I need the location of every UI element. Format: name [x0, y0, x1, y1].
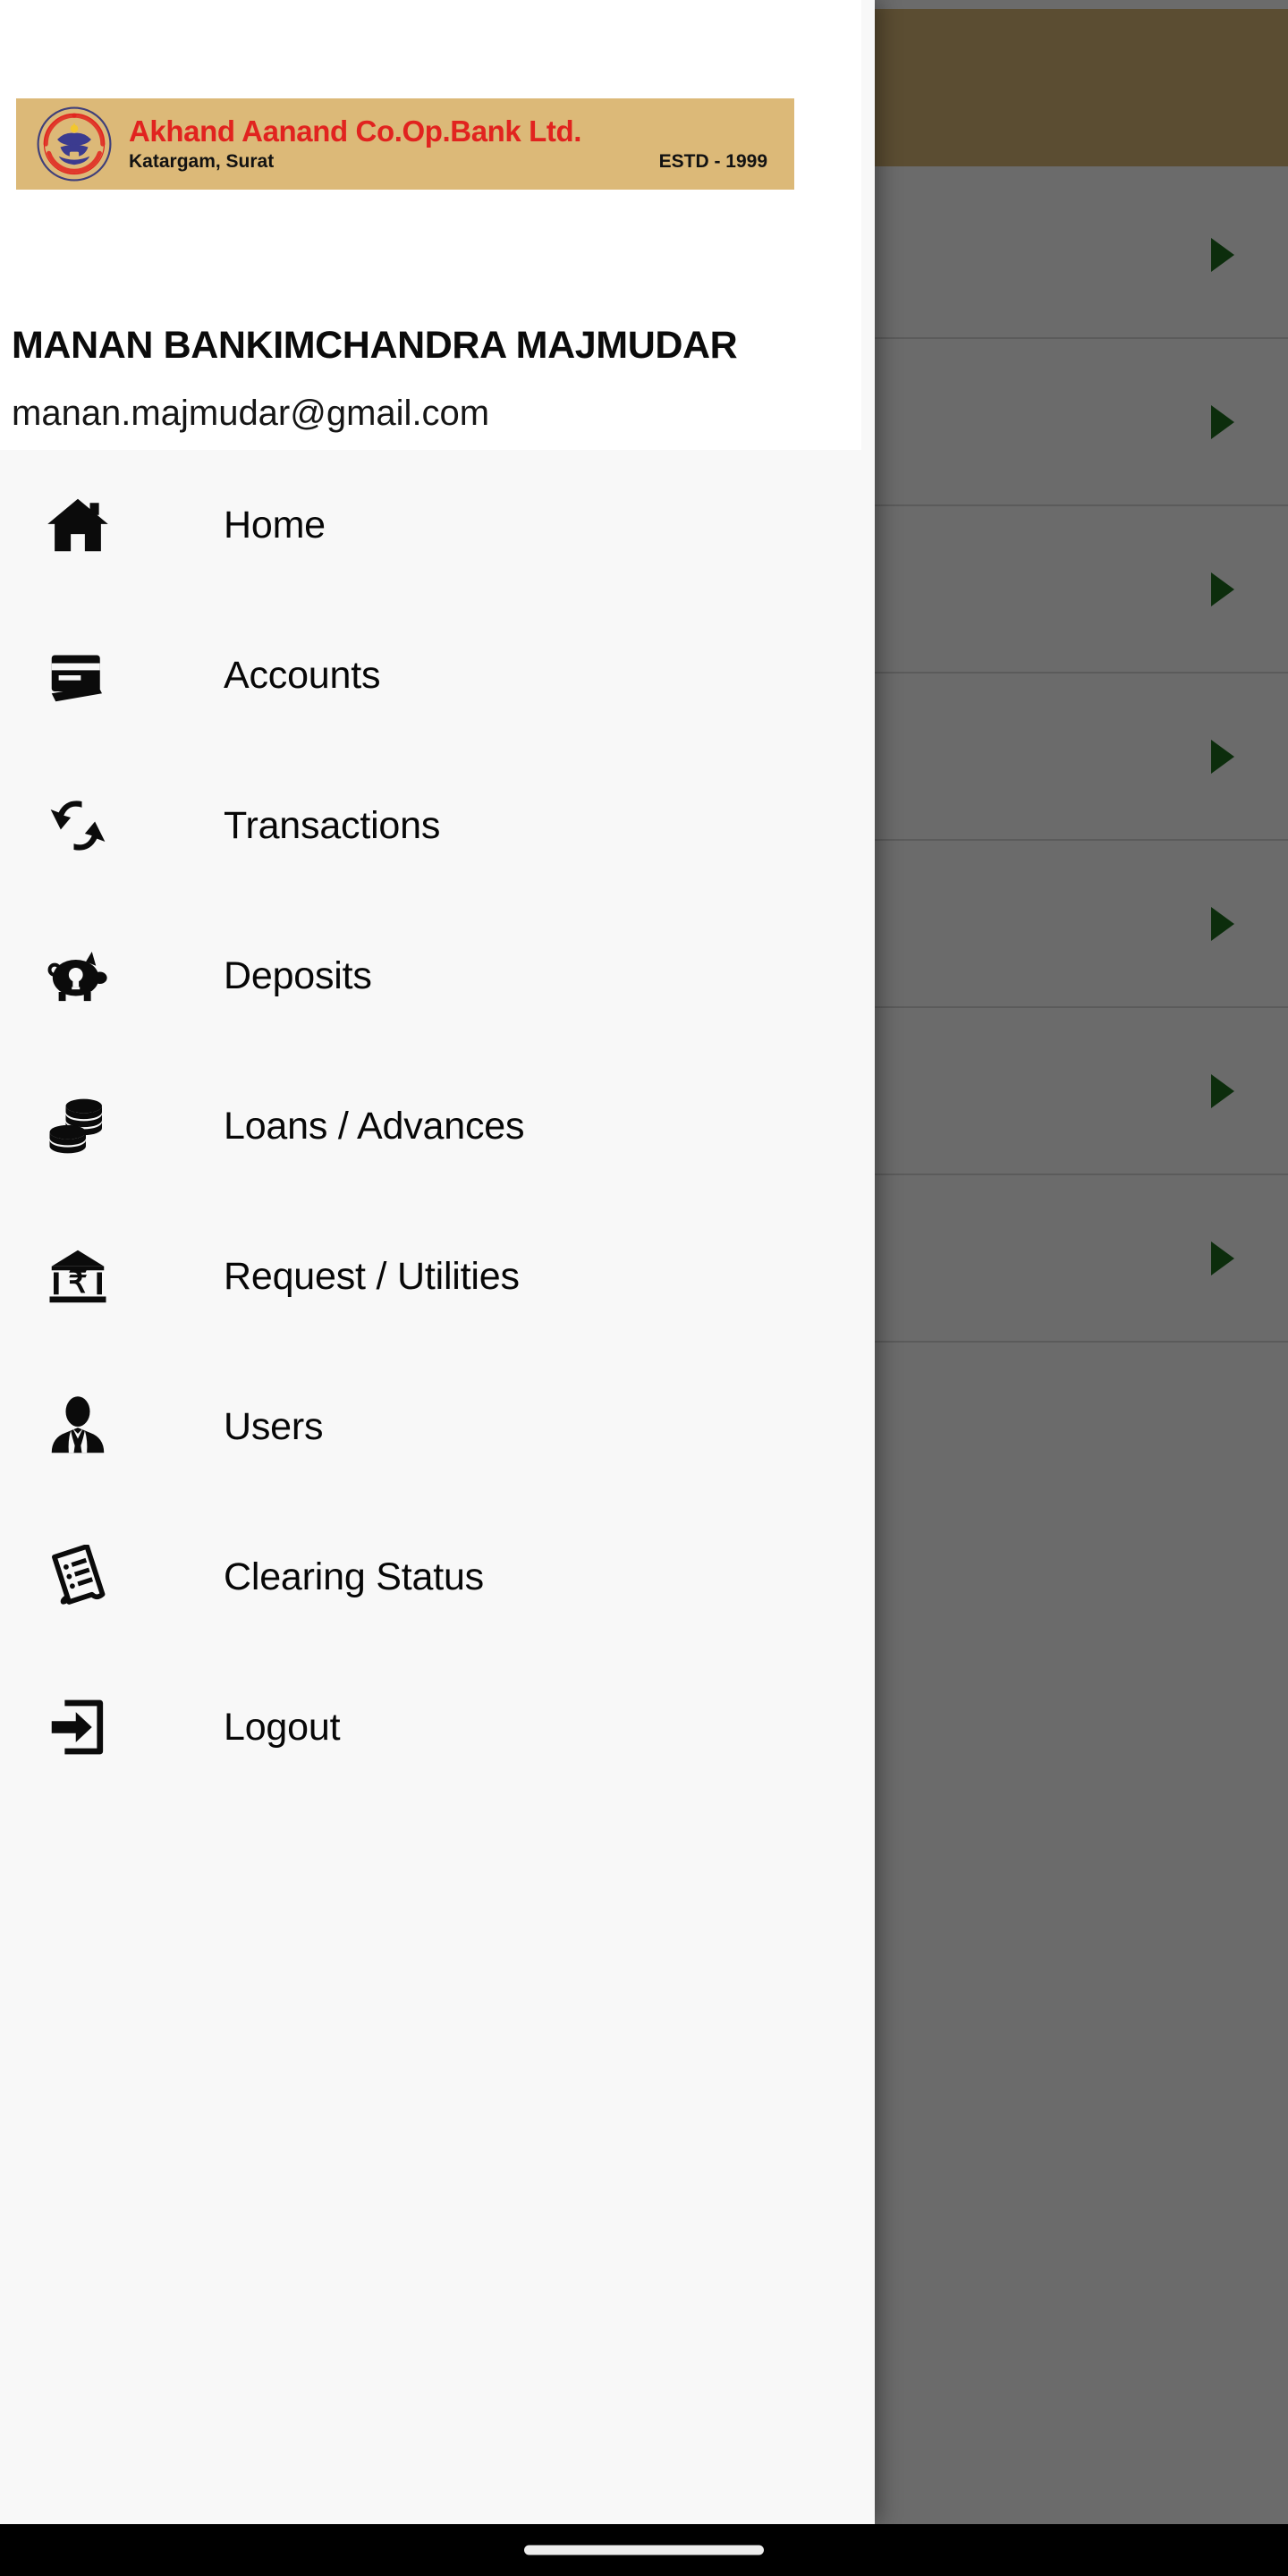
play-triangle-right-icon — [1211, 1073, 1234, 1108]
bank-seal-emblem-icon — [37, 106, 112, 182]
piggy-bank-icon — [43, 941, 113, 1011]
menu-item-label: Home — [224, 503, 326, 547]
navigation-drawer: Akhand Aanand Co.Op.Bank Ltd. Katargam, … — [0, 0, 875, 2524]
logout-arrow-icon — [43, 1692, 113, 1762]
home-indicator-pill[interactable] — [524, 2545, 764, 2555]
bank-rupee-icon: ₹ — [43, 1241, 113, 1311]
bank-logo-subline: Katargam, Surat ESTD - 1999 — [129, 151, 775, 173]
menu-item-users[interactable]: Users — [0, 1352, 875, 1502]
user-tie-icon — [43, 1392, 113, 1462]
drawer-menu-list: Home Accounts Transactions Deposits Loan… — [0, 450, 875, 1802]
credit-card-icon — [43, 640, 113, 710]
bank-logo-city: Katargam, Surat — [129, 151, 275, 173]
menu-item-label: Users — [224, 1404, 324, 1448]
bank-logo-estd: ESTD - 1999 — [658, 151, 767, 173]
system-navigation-bar — [0, 2524, 1288, 2576]
play-triangle-right-icon — [1211, 739, 1234, 774]
menu-item-transactions[interactable]: Transactions — [0, 750, 875, 901]
menu-item-home[interactable]: Home — [0, 450, 875, 600]
profile-name: MANAN BANKIMCHANDRA MAJMUDAR — [12, 324, 738, 367]
svg-text:₹: ₹ — [68, 1267, 87, 1300]
menu-item-label: Loans / Advances — [224, 1104, 525, 1148]
bank-logo-texts: Akhand Aanand Co.Op.Bank Ltd. Katargam, … — [129, 114, 775, 173]
bank-logo-banner: Akhand Aanand Co.Op.Bank Ltd. Katargam, … — [16, 98, 794, 190]
drawer-header: Akhand Aanand Co.Op.Bank Ltd. Katargam, … — [0, 0, 861, 450]
menu-item-loans-advances[interactable]: Loans / Advances — [0, 1051, 875, 1201]
menu-item-label: Logout — [224, 1705, 341, 1749]
bank-logo-title: Akhand Aanand Co.Op.Bank Ltd. — [129, 114, 582, 148]
profile-email: manan.majmudar@gmail.com — [12, 394, 490, 433]
menu-item-label: Request / Utilities — [224, 1254, 520, 1298]
app-screen: Akhand Aanand Co.Op.Bank Ltd. Katargam, … — [0, 0, 1288, 2576]
menu-item-deposits[interactable]: Deposits — [0, 901, 875, 1051]
invoice-list-icon — [43, 1542, 113, 1612]
menu-item-request-utilities[interactable]: ₹ Request / Utilities — [0, 1201, 875, 1352]
exchange-arrows-icon — [43, 791, 113, 860]
menu-item-accounts[interactable]: Accounts — [0, 600, 875, 750]
menu-item-label: Deposits — [224, 953, 372, 997]
play-triangle-right-icon — [1211, 572, 1234, 606]
menu-item-clearing-status[interactable]: Clearing Status — [0, 1502, 875, 1652]
coins-stack-icon — [43, 1091, 113, 1161]
home-icon — [43, 490, 113, 560]
play-triangle-right-icon — [1211, 1241, 1234, 1275]
menu-item-label: Accounts — [224, 653, 381, 697]
play-triangle-right-icon — [1211, 237, 1234, 272]
menu-item-label: Transactions — [224, 803, 441, 847]
menu-item-label: Clearing Status — [224, 1555, 484, 1598]
play-triangle-right-icon — [1211, 906, 1234, 941]
play-triangle-right-icon — [1211, 404, 1234, 439]
menu-item-logout[interactable]: Logout — [0, 1652, 875, 1802]
